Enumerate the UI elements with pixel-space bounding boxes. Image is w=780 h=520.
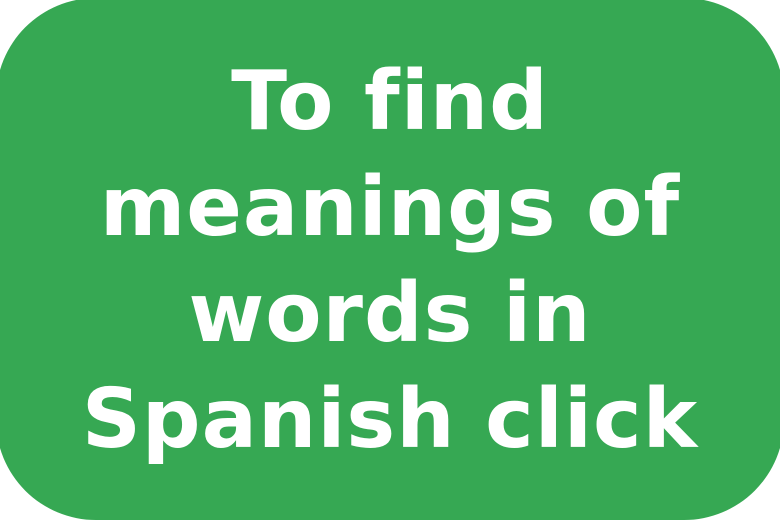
button-text-line-4: Spanish click — [81, 372, 699, 467]
button-text-line-2: meanings of — [99, 160, 681, 255]
button-text-line-1: To find — [231, 54, 549, 149]
spanish-dictionary-button[interactable]: To find meanings of words in Spanish cli… — [0, 0, 780, 520]
page: To find meanings of words in Spanish cli… — [0, 0, 780, 520]
button-text-line-3: words in — [188, 266, 592, 361]
